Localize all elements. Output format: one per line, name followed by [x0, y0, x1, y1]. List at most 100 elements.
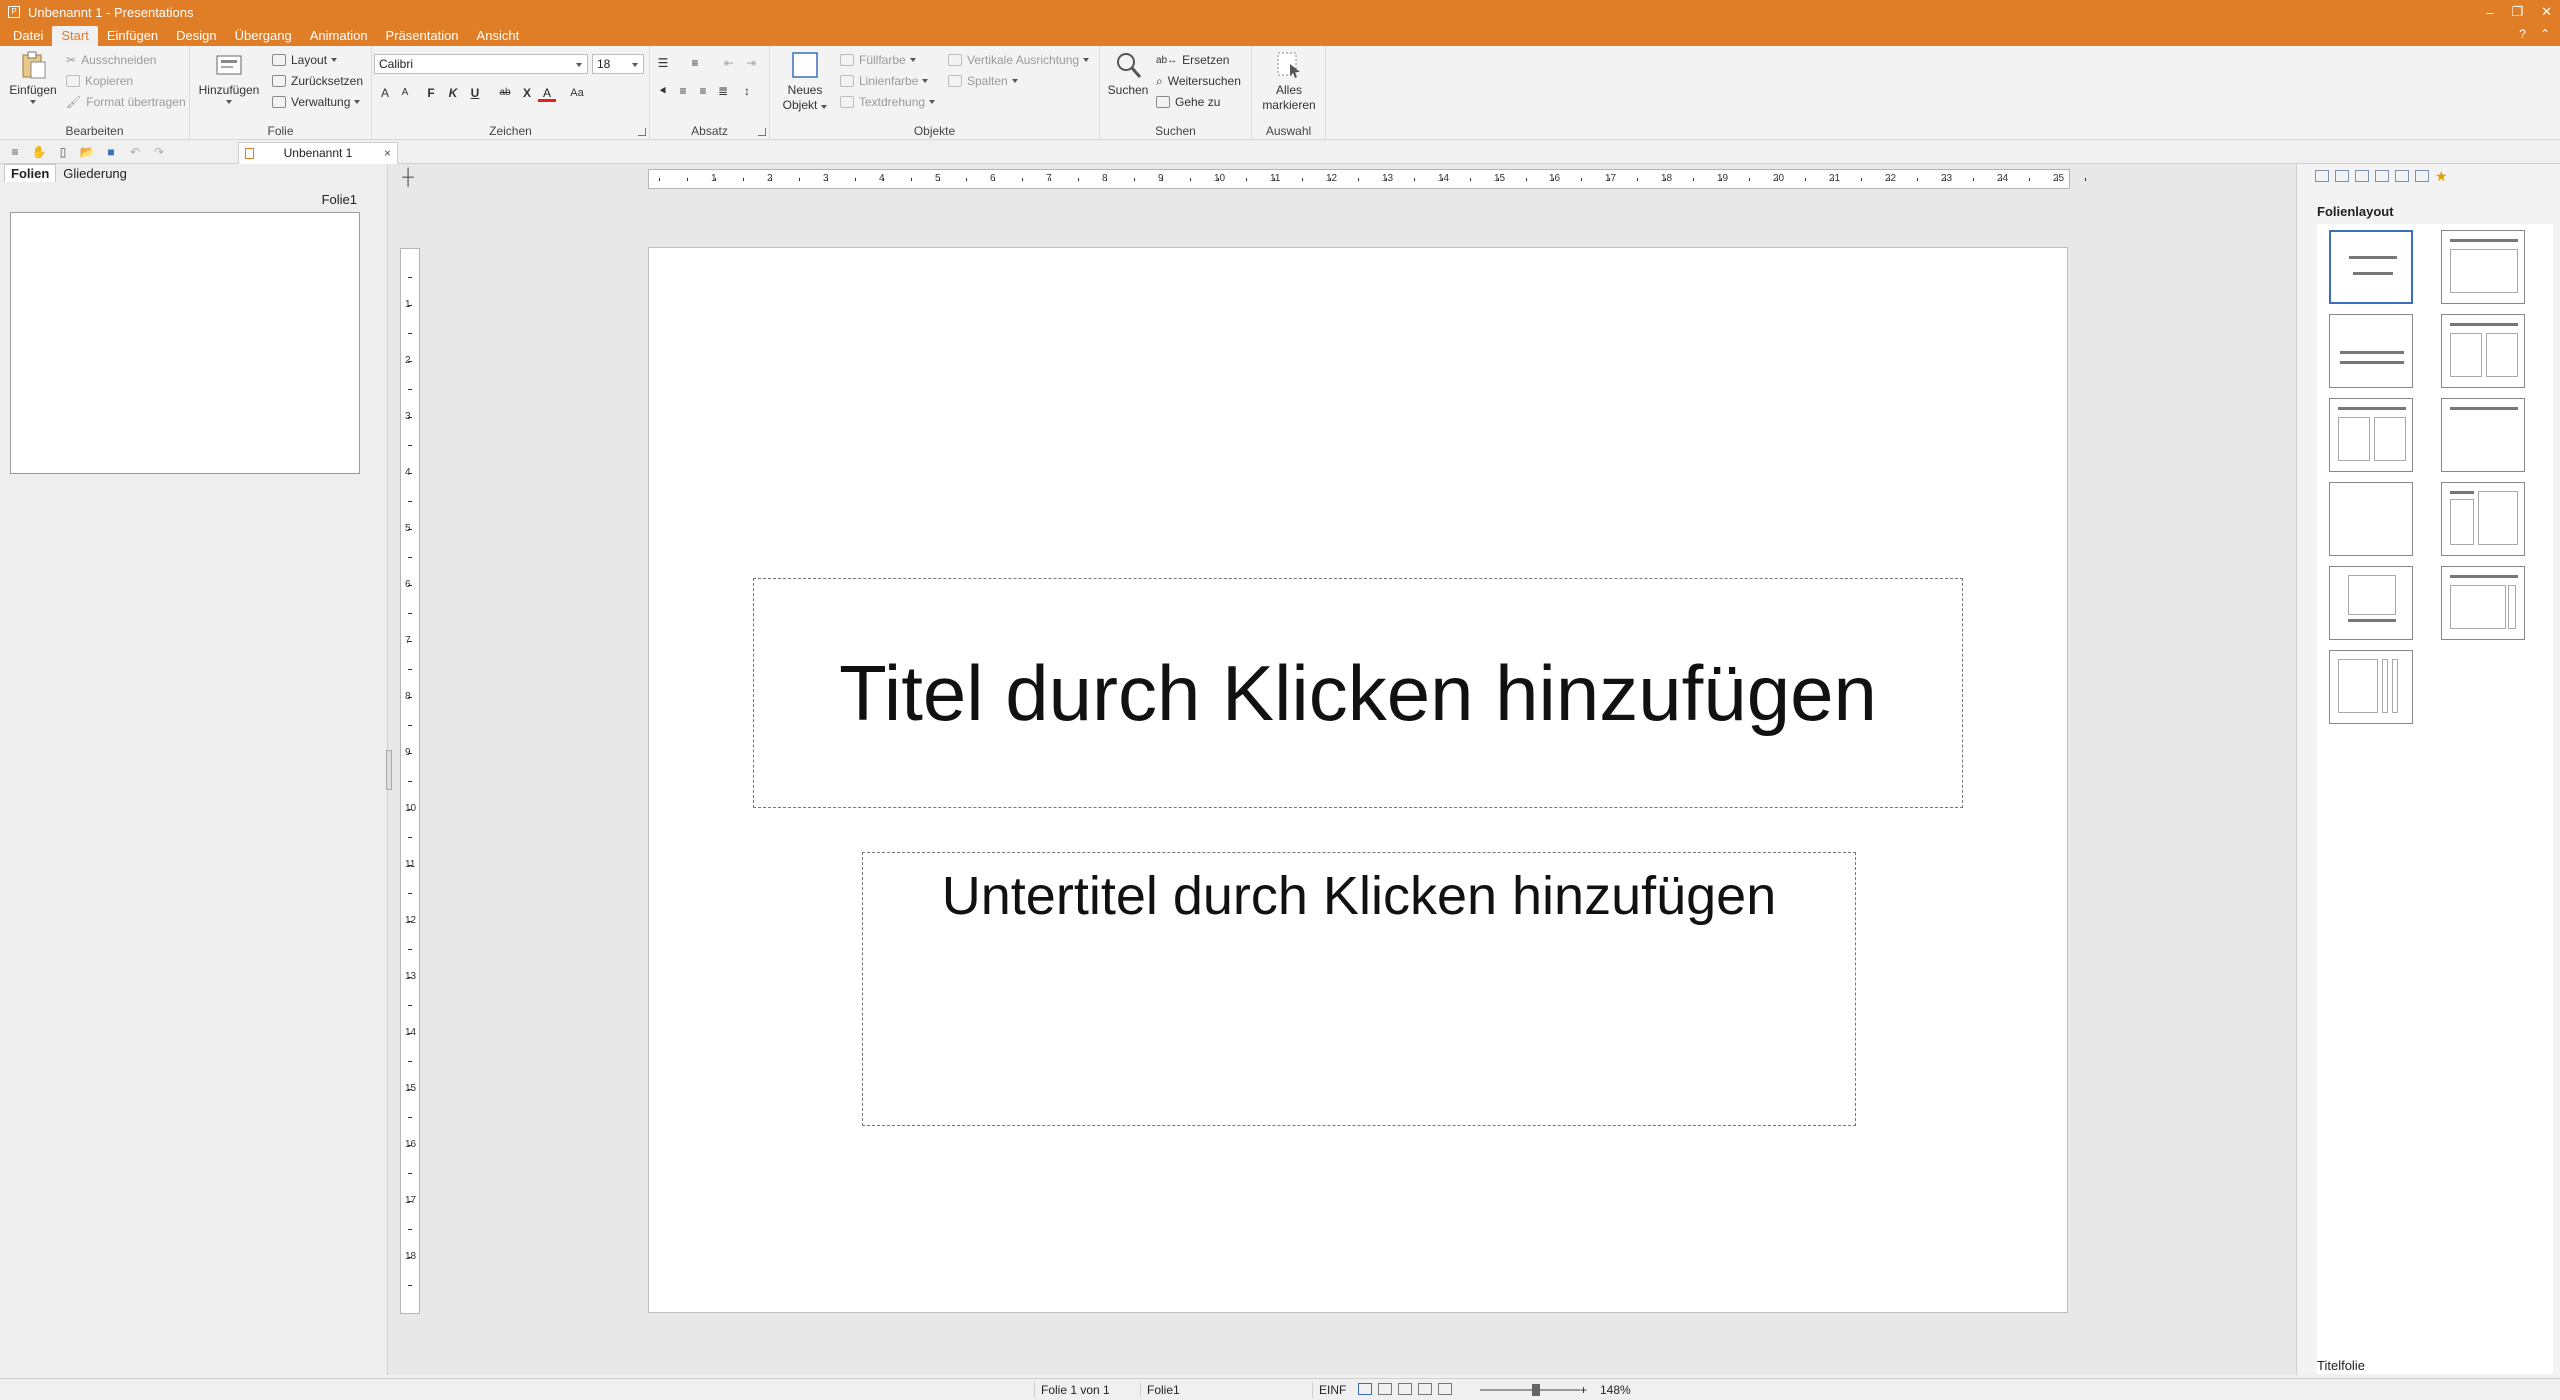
line-spacing-button[interactable]: ↕: [738, 82, 756, 100]
layout-option[interactable]: [2441, 230, 2525, 304]
format-painter-button[interactable]: 🖌 Format übertragen: [66, 92, 186, 112]
strikethrough-button[interactable]: ab: [496, 84, 514, 102]
select-all-button[interactable]: Alles markieren: [1258, 50, 1320, 113]
tab-gliederung[interactable]: Gliederung: [56, 164, 134, 182]
clear-format-button[interactable]: X: [518, 84, 536, 102]
layout-panel-icon[interactable]: [2315, 170, 2329, 182]
star-icon[interactable]: ★: [2435, 169, 2449, 183]
menu-icon[interactable]: ≡: [6, 144, 24, 160]
minimize-button[interactable]: –: [2486, 5, 2493, 20]
font-size-select[interactable]: 18: [592, 54, 644, 74]
dialog-launcher-icon[interactable]: [638, 128, 646, 136]
document-tab[interactable]: Unbenannt 1 ×: [238, 142, 398, 164]
cut-button[interactable]: ✂ Ausschneiden: [66, 50, 156, 70]
text-rotation-button[interactable]: Textdrehung: [840, 92, 936, 112]
menu-praesentation[interactable]: Präsentation: [377, 26, 468, 46]
slide-thumbnail[interactable]: [10, 212, 360, 474]
insert-mode[interactable]: EINF: [1312, 1382, 1352, 1398]
italic-button[interactable]: K: [444, 84, 462, 102]
redo-icon[interactable]: ↷: [150, 144, 168, 160]
normal-view-icon[interactable]: [1358, 1383, 1372, 1395]
transition-panel-icon[interactable]: [2355, 170, 2369, 182]
justify-button[interactable]: ≣: [714, 82, 732, 100]
help-icon[interactable]: ?: [2519, 27, 2526, 41]
menu-einfuegen[interactable]: Einfügen: [98, 26, 167, 46]
paste-button[interactable]: Einfügen: [6, 50, 60, 104]
dialog-launcher-icon[interactable]: [758, 128, 766, 136]
manage-slides-button[interactable]: Verwaltung: [272, 92, 361, 112]
zoom-level[interactable]: 148%: [1600, 1382, 1631, 1398]
vertical-scrollbar[interactable]: [371, 180, 381, 1360]
menu-start[interactable]: Start: [52, 26, 98, 46]
undo-icon[interactable]: ↶: [126, 144, 144, 160]
menu-animation[interactable]: Animation: [301, 26, 377, 46]
bold-button[interactable]: F: [422, 84, 440, 102]
find-next-button[interactable]: ⌕ Weitersuchen: [1156, 71, 1241, 91]
menu-design[interactable]: Design: [167, 26, 225, 46]
layout-option[interactable]: [2329, 650, 2413, 724]
menu-datei[interactable]: Datei: [4, 26, 52, 46]
layout-option[interactable]: [2441, 482, 2525, 556]
bullet-list-button[interactable]: ☰: [654, 54, 672, 72]
layout-option[interactable]: [2329, 566, 2413, 640]
tab-stop-selector-icon[interactable]: ┼: [398, 169, 418, 189]
shrink-font-button[interactable]: A: [396, 84, 414, 102]
tab-folien[interactable]: Folien: [4, 164, 57, 182]
subtitle-placeholder[interactable]: Untertitel durch Klicken hinzufügen: [862, 852, 1856, 1126]
grow-font-button[interactable]: A: [376, 84, 394, 102]
layout-option[interactable]: [2329, 482, 2413, 556]
layout-option[interactable]: [2441, 566, 2525, 640]
hand-icon[interactable]: ✋: [30, 144, 48, 160]
vertical-align-button[interactable]: Vertikale Ausrichtung: [948, 50, 1090, 70]
save-icon[interactable]: ■: [102, 144, 120, 160]
decrease-indent-button[interactable]: ⇤: [720, 54, 738, 72]
layout-option[interactable]: [2441, 314, 2525, 388]
open-folder-icon[interactable]: 📂: [78, 144, 96, 160]
menu-ansicht[interactable]: Ansicht: [468, 26, 529, 46]
slide-canvas[interactable]: Titel durch Klicken hinzufügen Untertite…: [648, 247, 2068, 1313]
zoom-slider[interactable]: [1480, 1389, 1580, 1391]
left-splitter-handle[interactable]: [386, 750, 392, 790]
layout-option[interactable]: [2441, 398, 2525, 472]
goto-button[interactable]: Gehe zu: [1156, 92, 1220, 112]
title-placeholder[interactable]: Titel durch Klicken hinzufügen: [753, 578, 1963, 808]
reset-slide-button[interactable]: Zurücksetzen: [272, 71, 363, 91]
outline-view-icon[interactable]: [1398, 1383, 1412, 1395]
restore-button[interactable]: ❐: [2511, 4, 2523, 20]
font-color-button[interactable]: A: [538, 84, 556, 102]
align-left-button[interactable]: ⯇: [654, 82, 672, 100]
zoom-in-icon[interactable]: +: [1580, 1382, 1587, 1398]
align-center-button[interactable]: ≡: [674, 82, 692, 100]
collapse-ribbon-icon[interactable]: ⌃: [2540, 27, 2550, 41]
add-slide-button[interactable]: Hinzufügen: [198, 50, 260, 104]
vertical-ruler[interactable]: 123456789101112131415161718: [400, 248, 420, 1314]
replace-button[interactable]: ab↔ Ersetzen: [1156, 50, 1229, 70]
close-button[interactable]: ✕: [2541, 4, 2552, 20]
numbered-list-button[interactable]: ≡: [686, 54, 704, 72]
align-right-button[interactable]: ≡: [694, 82, 712, 100]
search-button[interactable]: Suchen: [1106, 50, 1150, 98]
slide-sorter-view-icon[interactable]: [1378, 1383, 1392, 1395]
fill-color-button[interactable]: Füllfarbe: [840, 50, 916, 70]
layout-button[interactable]: Layout: [272, 50, 338, 70]
new-document-icon[interactable]: ▯: [54, 144, 72, 160]
underline-button[interactable]: U: [466, 84, 484, 102]
notes-view-icon[interactable]: [1418, 1383, 1432, 1395]
increase-indent-button[interactable]: ⇥: [742, 54, 760, 72]
design-panel-icon[interactable]: [2335, 170, 2349, 182]
effects-panel-icon[interactable]: [2415, 170, 2429, 182]
menu-uebergang[interactable]: Übergang: [226, 26, 301, 46]
media-panel-icon[interactable]: [2395, 170, 2409, 182]
line-color-button[interactable]: Linienfarbe: [840, 71, 929, 91]
close-tab-icon[interactable]: ×: [384, 143, 391, 163]
new-object-button[interactable]: Neues Objekt: [780, 50, 830, 113]
animation-panel-icon[interactable]: [2375, 170, 2389, 182]
layout-option[interactable]: [2329, 230, 2413, 304]
columns-button[interactable]: Spalten: [948, 71, 1018, 91]
layout-option[interactable]: [2329, 398, 2413, 472]
change-case-button[interactable]: Aa: [568, 84, 586, 102]
slideshow-view-icon[interactable]: [1438, 1383, 1452, 1395]
horizontal-ruler[interactable]: 1 2 3 4 5 6 7 8 9 10 11 12 13 14 15 16 17 18 19 20 21 22 23 24 2…: [648, 169, 2086, 189]
zoom-slider-handle[interactable]: [1532, 1384, 1540, 1396]
layout-option[interactable]: [2329, 314, 2413, 388]
